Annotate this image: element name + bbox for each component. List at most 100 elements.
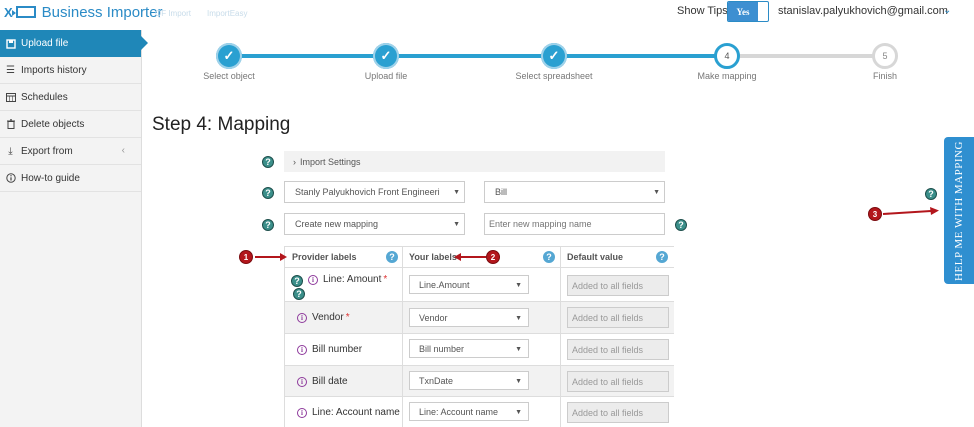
sidebar-item-how-to-guide[interactable]: How-to guide bbox=[0, 165, 141, 192]
column-divider bbox=[560, 246, 561, 427]
help-with-mapping-tab[interactable]: HELP ME WITH MAPPING bbox=[944, 137, 974, 284]
provider-label-text: Bill number bbox=[312, 344, 363, 355]
sidebar-item-label: Delete objects bbox=[21, 118, 85, 130]
annotation-arrow-icon bbox=[882, 207, 939, 215]
sidebar-item-label: Export from bbox=[21, 145, 73, 157]
object-select[interactable]: Bill ▼ bbox=[484, 181, 665, 203]
step-label: Finish bbox=[872, 71, 898, 81]
header-text: Provider labels bbox=[292, 252, 357, 262]
caret-down-icon: ▼ bbox=[515, 409, 522, 416]
help-icon[interactable]: ? bbox=[262, 156, 274, 168]
your-label-select[interactable]: Line: Account name ▼ bbox=[409, 402, 529, 421]
step-3-check-icon[interactable]: ✓ bbox=[541, 43, 567, 69]
your-label-select[interactable]: Line.Amount ▼ bbox=[409, 275, 529, 294]
help-icon[interactable]: ? bbox=[262, 219, 274, 231]
info-icon[interactable]: i bbox=[308, 274, 318, 285]
required-asterisk: * bbox=[345, 312, 350, 323]
default-value-input[interactable]: Added to all fields bbox=[567, 402, 669, 423]
your-label-value: TxnDate bbox=[419, 375, 454, 386]
help-icon[interactable]: ? bbox=[656, 251, 668, 263]
app-logo[interactable]: X Business Importer bbox=[4, 3, 163, 21]
your-label-value: Vendor bbox=[419, 312, 448, 323]
caret-down-icon: ▼ bbox=[515, 346, 522, 353]
caret-down-icon: ▼ bbox=[515, 315, 522, 322]
table-row: i Vendor * Vendor ▼ Added to all fields bbox=[285, 302, 674, 334]
show-tips-label: Show Tips bbox=[677, 5, 728, 17]
required-asterisk: * bbox=[383, 274, 388, 285]
company-select-value: Stanly Palyukhovich Front Engineeri bbox=[295, 187, 440, 197]
provider-label-text: Line: Amount bbox=[323, 274, 382, 285]
your-label-select[interactable]: Vendor ▼ bbox=[409, 308, 529, 327]
progress-steps: ✓ ✓ ✓ 4 5 Select object Upload file Sele… bbox=[148, 40, 964, 90]
your-label-value: Line: Account name bbox=[419, 406, 499, 417]
provider-label: i Line: Amount * bbox=[308, 274, 387, 285]
help-icon[interactable]: ? bbox=[262, 187, 274, 199]
help-icon[interactable]: ? bbox=[543, 251, 555, 263]
sidebar-item-upload-file[interactable]: Upload file bbox=[0, 30, 148, 57]
table-row: i Bill number Bill number ▼ Added to all… bbox=[285, 334, 674, 366]
faint-link[interactable]: QF Import bbox=[155, 9, 191, 18]
sidebar-item-export-from[interactable]: ⤓ Export from ‹ bbox=[0, 138, 141, 165]
caret-down-icon: ▼ bbox=[515, 282, 522, 289]
object-select-value: Bill bbox=[495, 187, 508, 197]
annotation-badge: 3 bbox=[868, 207, 882, 221]
user-email[interactable]: stanislav.palyukhovich@gmail.com bbox=[778, 5, 948, 17]
provider-label: i Vendor * bbox=[297, 312, 350, 323]
info-icon[interactable]: i bbox=[297, 376, 307, 387]
default-value-input[interactable]: Added to all fields bbox=[567, 275, 669, 296]
sidebar-item-label: Upload file bbox=[21, 38, 69, 49]
list-icon: ☰ bbox=[6, 64, 15, 76]
table-row: ? ? i Line: Amount * Line.Amount ▼ Added … bbox=[285, 268, 674, 302]
help-icon[interactable]: ? bbox=[293, 288, 305, 300]
provider-label-text: Bill date bbox=[312, 376, 348, 387]
sidebar-item-imports-history[interactable]: ☰ Imports history bbox=[0, 57, 141, 84]
download-icon: ⤓ bbox=[8, 145, 13, 157]
step-1-check-icon[interactable]: ✓ bbox=[216, 43, 242, 69]
faint-link[interactable]: ImportEasy bbox=[207, 9, 247, 18]
step-4-circle: 4 bbox=[714, 43, 740, 69]
default-value-input[interactable]: Added to all fields bbox=[567, 371, 669, 392]
header-provider-labels: Provider labels bbox=[285, 246, 402, 268]
header-faint-links: QF Import ImportEasy bbox=[155, 9, 247, 18]
toggle-yes: Yes bbox=[728, 2, 758, 21]
chevron-right-icon: › bbox=[293, 156, 296, 167]
provider-label: i Bill date bbox=[297, 376, 348, 387]
mapping-select[interactable]: Create new mapping ▼ bbox=[284, 213, 465, 235]
default-value-input[interactable]: Added to all fields bbox=[567, 307, 669, 328]
sidebar-item-label: Schedules bbox=[21, 91, 68, 103]
help-icon[interactable]: ? bbox=[291, 275, 303, 287]
your-label-value: Line.Amount bbox=[419, 279, 470, 290]
sidebar: Upload file ☰ Imports history Schedules … bbox=[0, 30, 148, 427]
caret-down-icon: ▼ bbox=[515, 378, 522, 385]
step-2-check-icon[interactable]: ✓ bbox=[373, 43, 399, 69]
mapping-select-value: Create new mapping bbox=[295, 219, 379, 229]
show-tips-toggle[interactable]: Yes bbox=[727, 1, 769, 22]
help-icon[interactable]: ? bbox=[675, 219, 687, 231]
company-select[interactable]: Stanly Palyukhovich Front Engineeri ▼ bbox=[284, 181, 465, 203]
info-icon bbox=[5, 173, 16, 184]
your-label-select[interactable]: TxnDate ▼ bbox=[409, 371, 529, 390]
info-icon[interactable]: i bbox=[297, 344, 307, 355]
sidebar-item-delete-objects[interactable]: Delete objects bbox=[0, 111, 141, 138]
info-icon[interactable]: i bbox=[297, 407, 307, 418]
help-tab-label: HELP ME WITH MAPPING bbox=[953, 140, 965, 281]
provider-label: i Line: Account name bbox=[297, 407, 400, 418]
annotation-badge: 1 bbox=[239, 250, 253, 264]
collapse-chevron-icon[interactable]: ‹ bbox=[122, 145, 125, 156]
caret-down-icon: ▼ bbox=[653, 189, 660, 196]
your-label-value: Bill number bbox=[419, 343, 465, 354]
info-icon[interactable]: i bbox=[297, 312, 307, 323]
default-value-input[interactable]: Added to all fields bbox=[567, 339, 669, 360]
your-label-select[interactable]: Bill number ▼ bbox=[409, 339, 529, 358]
import-settings-toggle[interactable]: › Import Settings bbox=[284, 151, 665, 172]
mapping-name-input[interactable] bbox=[484, 213, 665, 235]
table-row: i Bill date TxnDate ▼ Added to all field… bbox=[285, 366, 674, 397]
caret-down-icon: ▼ bbox=[453, 221, 460, 228]
help-icon[interactable]: ? bbox=[386, 251, 398, 263]
chevron-down-icon[interactable]: ⌄ bbox=[943, 5, 951, 16]
sidebar-item-schedules[interactable]: Schedules bbox=[0, 84, 141, 111]
mapping-table: Provider labels ? Your labels ? Default … bbox=[284, 246, 674, 427]
step-label: Select object bbox=[203, 71, 255, 81]
annotation-arrow-icon bbox=[255, 253, 287, 261]
help-icon[interactable]: ? bbox=[925, 188, 937, 200]
